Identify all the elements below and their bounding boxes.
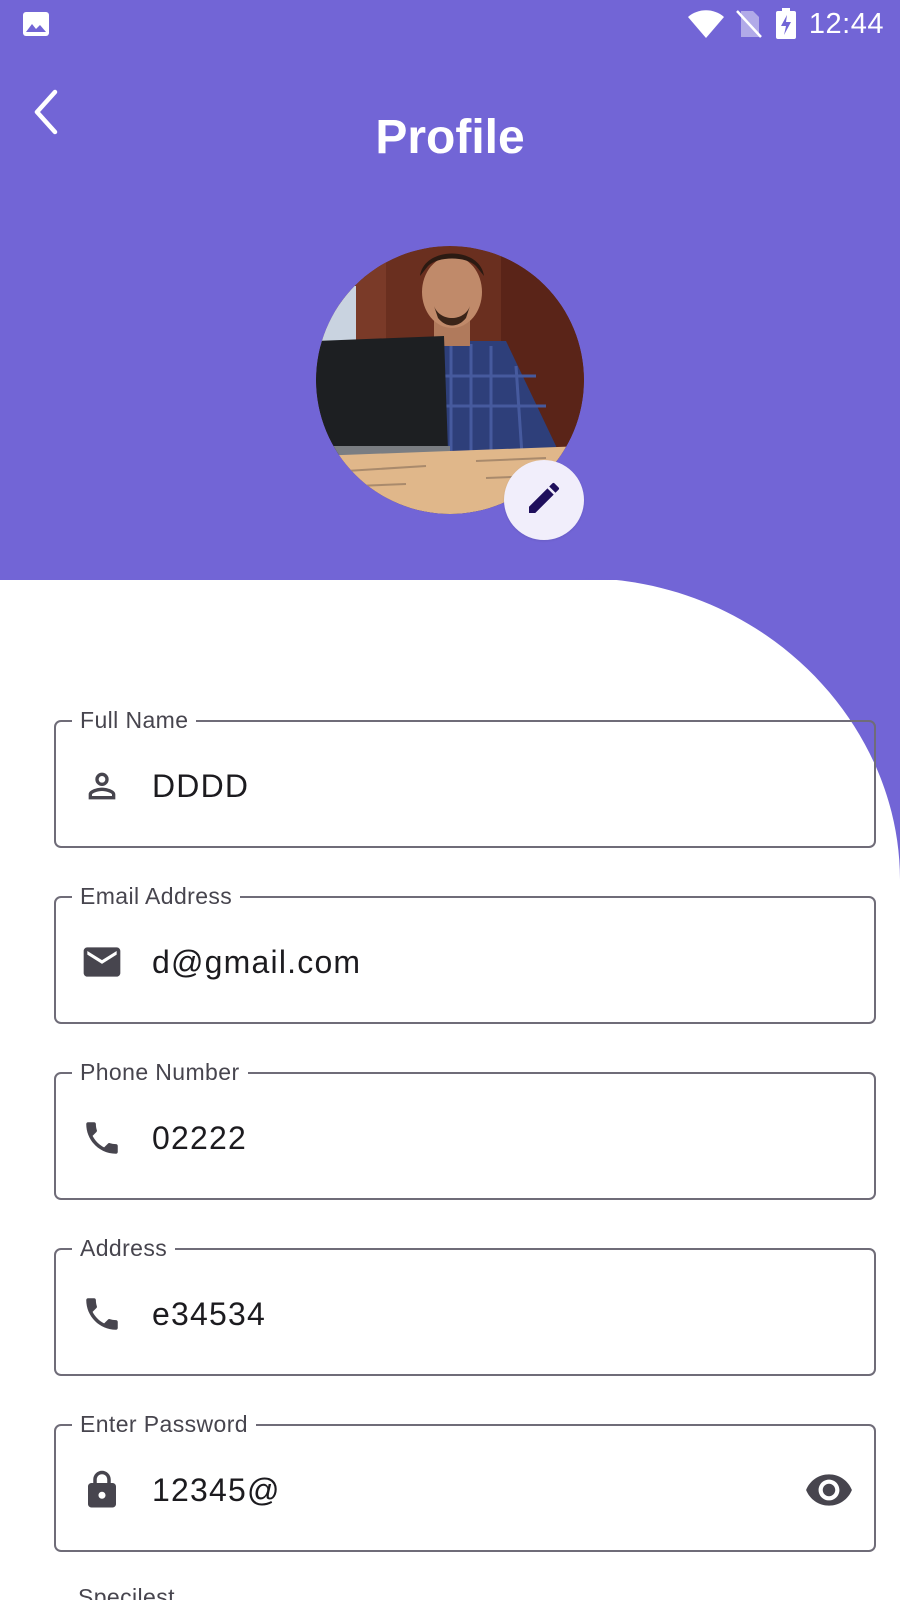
status-icons: 12:44	[687, 6, 884, 42]
phone-label: Phone Number	[72, 1058, 248, 1086]
page-title: Profile	[375, 111, 525, 164]
status-time: 12:44	[808, 7, 884, 40]
status-bar: 12:44	[0, 0, 900, 48]
battery-charging-icon	[775, 8, 797, 40]
phone-input[interactable]	[152, 1116, 772, 1160]
person-icon	[80, 764, 124, 808]
mail-icon	[80, 940, 124, 984]
email-field[interactable]: Email Address	[54, 882, 876, 1024]
phone-field[interactable]: Phone Number	[54, 1058, 876, 1200]
profile-screen: 12:44 Profile Full Name DDDD Email Addre…	[0, 0, 900, 1600]
image-icon	[22, 11, 50, 37]
password-input[interactable]	[152, 1468, 772, 1512]
no-sim-icon	[735, 9, 763, 39]
pencil-icon	[524, 478, 564, 523]
email-label: Email Address	[72, 882, 241, 910]
lock-icon	[80, 1468, 124, 1512]
email-input[interactable]	[152, 940, 772, 984]
specialist-label: Specilest	[78, 1584, 175, 1600]
eye-icon[interactable]	[804, 1466, 854, 1514]
address-field[interactable]: Address	[54, 1234, 876, 1376]
password-label: Enter Password	[72, 1410, 256, 1438]
password-field[interactable]: Enter Password	[54, 1410, 876, 1552]
full-name-label: Full Name	[72, 706, 197, 734]
wifi-icon	[687, 9, 725, 39]
full-name-input[interactable]	[152, 764, 772, 808]
phone-icon	[80, 1292, 124, 1336]
address-input[interactable]	[152, 1292, 772, 1336]
edit-avatar-button[interactable]	[504, 460, 584, 540]
phone-icon	[80, 1116, 124, 1160]
full-name-field[interactable]: Full Name	[54, 706, 876, 848]
address-label: Address	[72, 1234, 176, 1262]
